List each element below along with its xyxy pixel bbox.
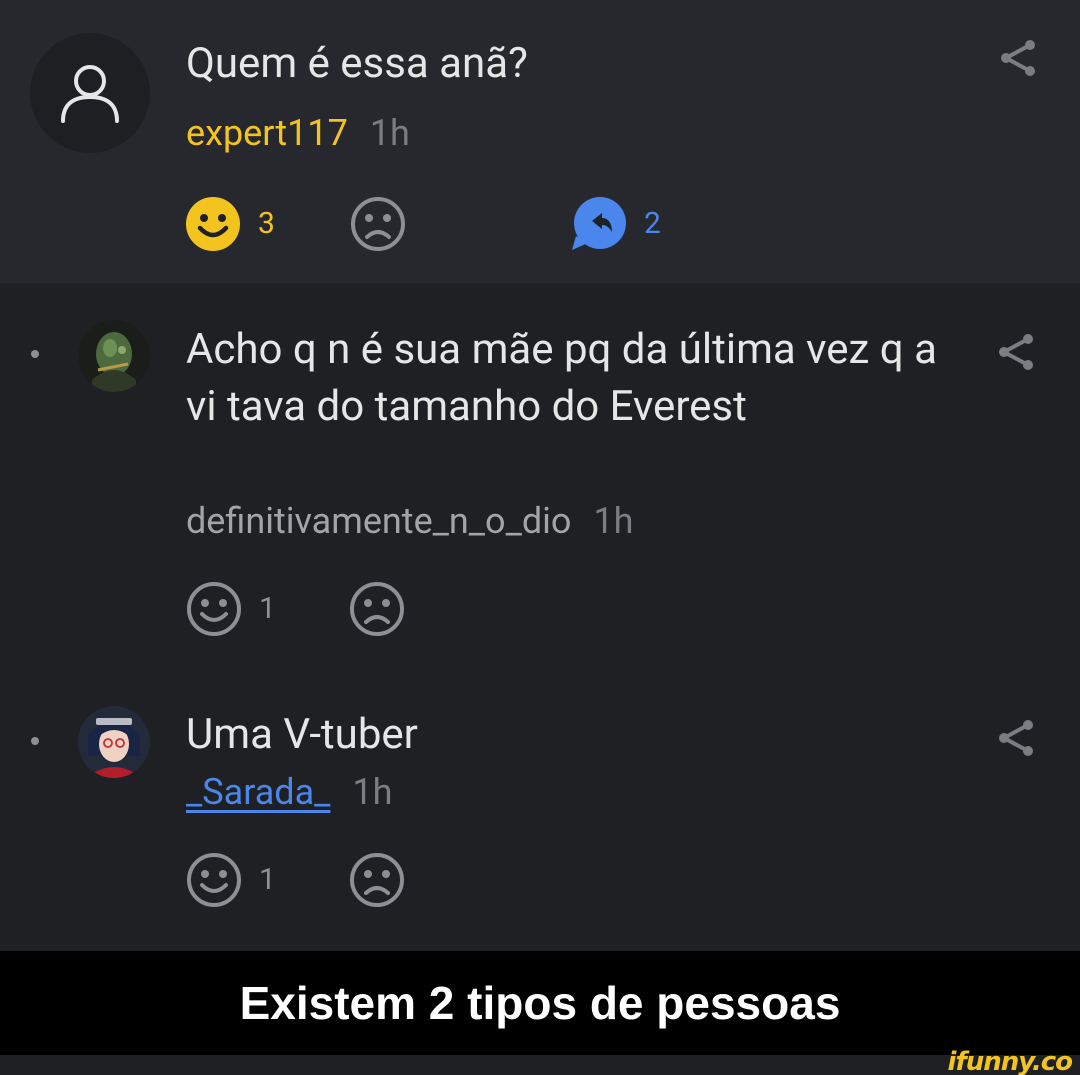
comment-time: 1h <box>352 771 393 813</box>
page: Quem é essa anã? expert117 1h 3 2 Acho q… <box>0 0 1080 1075</box>
post-meta: expert117 1h <box>186 111 410 155</box>
post-time: 1h <box>369 112 410 154</box>
comment-text: Uma V-tuber <box>186 710 418 759</box>
comment-bullet <box>31 350 39 358</box>
avatar-image <box>78 706 150 778</box>
share-icon[interactable] <box>994 330 1038 374</box>
user-icon <box>61 65 119 123</box>
comment-meta: definitivamente_n_o_dio 1h <box>186 499 633 543</box>
avatar-image <box>78 320 150 392</box>
smile-icon[interactable] <box>186 581 242 637</box>
avatar[interactable] <box>78 706 150 778</box>
smile-icon[interactable] <box>185 196 241 252</box>
frown-icon[interactable] <box>349 581 405 637</box>
avatar[interactable] <box>30 33 150 153</box>
caption-text: Existem 2 tipos de pessoas <box>239 977 841 1029</box>
post-title: Quem é essa anã? <box>186 39 528 88</box>
post-reply-count: 2 <box>644 206 661 241</box>
post-username[interactable]: expert117 <box>186 112 348 154</box>
watermark-logo: ifunny.co <box>947 1047 1073 1075</box>
smile-icon[interactable] <box>186 852 242 908</box>
reply-bubble-icon[interactable] <box>570 196 628 252</box>
post-like-count: 3 <box>258 206 275 241</box>
comment-meta: _Sarada_ 1h <box>186 770 392 814</box>
original-post: Quem é essa anã? expert117 1h 3 2 <box>0 0 1080 283</box>
comment-like-count: 1 <box>259 591 276 626</box>
share-icon[interactable] <box>996 36 1040 80</box>
comment-username[interactable]: _Sarada_ <box>186 771 330 813</box>
comment-like-count: 1 <box>259 862 276 897</box>
comment-time: 1h <box>593 500 634 542</box>
caption-bar: Existem 2 tipos de pessoas <box>0 951 1080 1055</box>
avatar[interactable] <box>78 320 150 392</box>
frown-icon[interactable] <box>349 852 405 908</box>
share-icon[interactable] <box>994 716 1038 760</box>
frown-icon[interactable] <box>350 196 406 252</box>
comment-text: Acho q n é sua mãe pq da última vez q a … <box>186 325 937 431</box>
comment-bullet <box>31 737 39 745</box>
comment-username[interactable]: definitivamente_n_o_dio <box>186 500 571 542</box>
